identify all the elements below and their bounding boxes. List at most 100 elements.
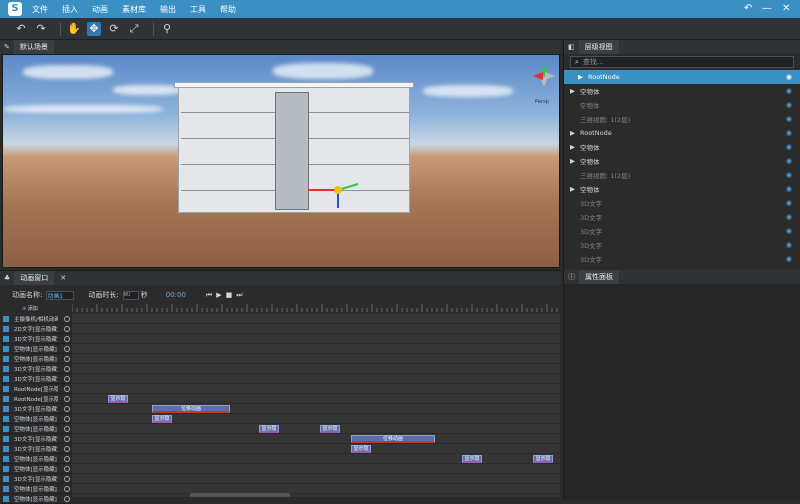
track-toggle[interactable] <box>64 485 70 492</box>
add-track-button[interactable]: ⊕ 添加 <box>22 305 38 312</box>
stop-icon[interactable]: ■ <box>226 291 233 299</box>
track-row[interactable]: 空物体[显示隐藏] <box>0 424 72 434</box>
hierarchy-item[interactable]: 空物体 ◉ <box>564 98 800 112</box>
timeline-area[interactable]: 显示隐 位移动画 显示隐 显示隐 显示隐 位移动画 显示隐 显示隐 显示隐 <box>72 314 560 504</box>
hierarchy-item[interactable]: ▶ RootNode ◉ <box>564 126 800 140</box>
track-row[interactable]: 空物体[显示隐藏] <box>0 414 72 424</box>
visibility-eye-icon[interactable]: ◉ <box>786 255 792 263</box>
track-toggle[interactable] <box>64 495 70 502</box>
expand-arrow-icon[interactable]: ▶ <box>578 73 584 81</box>
animation-clip[interactable]: 位移动画 <box>152 405 230 413</box>
move-icon[interactable]: ✥ <box>87 21 101 36</box>
animation-clip[interactable]: 显示隐 <box>351 445 371 453</box>
track-row[interactable]: 空物体[显示隐藏] <box>0 454 72 464</box>
animation-clip[interactable]: 显示隐 <box>108 395 128 403</box>
animation-clip[interactable]: 位移动画 <box>351 435 435 443</box>
track-row[interactable]: 空物体[显示隐藏] <box>0 344 72 354</box>
menu-help[interactable]: 帮助 <box>220 4 236 15</box>
hierarchy-search-input[interactable]: ⌕ 查找... <box>570 56 794 68</box>
visibility-eye-icon[interactable]: ◉ <box>786 199 792 207</box>
track-row[interactable]: 3D文字[显示隐藏] <box>0 474 72 484</box>
animation-clip[interactable]: 显示隐 <box>152 415 172 423</box>
animation-clip[interactable]: 显示隐 <box>259 425 279 433</box>
visibility-eye-icon[interactable]: ◉ <box>786 87 792 95</box>
visibility-eye-icon[interactable]: ◉ <box>786 115 792 123</box>
scale-icon[interactable]: ⤢ <box>127 22 141 36</box>
menu-assets[interactable]: 素材库 <box>122 4 146 15</box>
hierarchy-item[interactable]: ▶ RootNode ◉ <box>564 70 800 84</box>
track-toggle[interactable] <box>64 465 70 472</box>
visibility-eye-icon[interactable]: ◉ <box>786 157 792 165</box>
hierarchy-item[interactable]: 3D文字 ◉ <box>564 210 800 224</box>
scene-viewport[interactable]: Persp <box>2 54 560 268</box>
timeline-scrollbar[interactable] <box>190 493 290 497</box>
menu-file[interactable]: 文件 <box>32 4 48 15</box>
hand-icon[interactable]: ✋ <box>67 22 81 36</box>
transform-gizmo[interactable] <box>303 170 373 210</box>
undo-icon[interactable]: ↶ <box>14 22 28 36</box>
redo-icon[interactable]: ↷ <box>34 22 48 36</box>
anim-duration-input[interactable] <box>122 290 139 300</box>
track-row[interactable]: 空物体[显示隐藏] <box>0 354 72 364</box>
play-icon[interactable]: ▶ <box>216 291 221 299</box>
track-toggle[interactable] <box>64 315 70 322</box>
track-row[interactable]: 3D文字[显示隐藏] <box>0 434 72 444</box>
close-icon[interactable]: ✕ <box>60 274 66 282</box>
expand-arrow-icon[interactable]: ▶ <box>570 157 576 165</box>
visibility-eye-icon[interactable]: ◉ <box>786 227 792 235</box>
expand-arrow-icon[interactable]: ▶ <box>570 87 576 95</box>
hierarchy-item[interactable]: 3D文字 ◉ <box>564 224 800 238</box>
menu-animation[interactable]: 动画 <box>92 4 108 15</box>
visibility-eye-icon[interactable]: ◉ <box>786 213 792 221</box>
anim-name-input[interactable] <box>46 290 75 300</box>
visibility-eye-icon[interactable]: ◉ <box>786 143 792 151</box>
animation-clip[interactable]: 显示隐 <box>320 425 340 433</box>
track-toggle[interactable] <box>64 375 70 382</box>
track-toggle[interactable] <box>64 365 70 372</box>
skip-back-icon[interactable]: ⏮ <box>206 291 212 300</box>
track-row[interactable]: 主摄像机/相机动画 <box>0 314 72 324</box>
track-row[interactable]: 3D文字[显示隐藏] <box>0 444 72 454</box>
menu-tools[interactable]: 工具 <box>190 4 206 15</box>
track-toggle[interactable] <box>64 405 70 412</box>
hierarchy-item[interactable]: 3D文字 ◉ <box>564 252 800 266</box>
hierarchy-item[interactable]: ▶ 空物体 ◉ <box>564 154 800 168</box>
minimize-icon[interactable]: — <box>762 3 772 14</box>
track-toggle[interactable] <box>64 455 70 462</box>
tab-hierarchy[interactable]: 层级视图 <box>578 40 619 54</box>
rotate-icon[interactable]: ⟳ <box>107 22 121 36</box>
skip-forward-icon[interactable]: ⏭ <box>236 291 242 300</box>
track-toggle[interactable] <box>64 395 70 402</box>
tab-scene[interactable]: 默认场景 <box>13 40 54 54</box>
timeline-ruler[interactable] <box>72 304 560 312</box>
track-toggle[interactable] <box>64 475 70 482</box>
track-row[interactable]: 空物体[显示隐藏] <box>0 494 72 504</box>
track-toggle[interactable] <box>64 335 70 342</box>
animation-clip[interactable]: 显示隐 <box>462 455 482 463</box>
hierarchy-item[interactable]: 3D文字 ◉ <box>564 196 800 210</box>
hierarchy-item[interactable]: ▶ 空物体 ◉ <box>564 140 800 154</box>
hierarchy-item[interactable]: 三维视图: 1(2层) ◉ <box>564 112 800 126</box>
back-icon[interactable]: ↶ <box>744 3 752 14</box>
track-row[interactable]: 3D文字[显示隐藏] <box>0 364 72 374</box>
track-row[interactable]: 3D文字[显示隐藏] <box>0 334 72 344</box>
menu-output[interactable]: 输出 <box>160 4 176 15</box>
expand-arrow-icon[interactable]: ▶ <box>570 143 576 151</box>
view-cube-icon[interactable] <box>531 63 557 103</box>
expand-arrow-icon[interactable]: ▶ <box>570 129 576 137</box>
menu-insert[interactable]: 插入 <box>62 4 78 15</box>
track-toggle[interactable] <box>64 325 70 332</box>
track-row[interactable]: 3D文字[显示隐藏] <box>0 404 72 414</box>
track-toggle[interactable] <box>64 445 70 452</box>
track-toggle[interactable] <box>64 415 70 422</box>
hierarchy-item[interactable]: 三维视图: 1(2层) ◉ <box>564 168 800 182</box>
track-toggle[interactable] <box>64 435 70 442</box>
visibility-eye-icon[interactable]: ◉ <box>786 171 792 179</box>
tab-properties[interactable]: 属性面板 <box>579 270 619 284</box>
track-toggle[interactable] <box>64 345 70 352</box>
building-model[interactable] <box>174 82 414 213</box>
track-row[interactable]: 3D文字[显示隐藏] <box>0 374 72 384</box>
visibility-eye-icon[interactable]: ◉ <box>786 101 792 109</box>
animation-clip[interactable]: 显示隐 <box>533 455 553 463</box>
visibility-eye-icon[interactable]: ◉ <box>786 73 792 81</box>
